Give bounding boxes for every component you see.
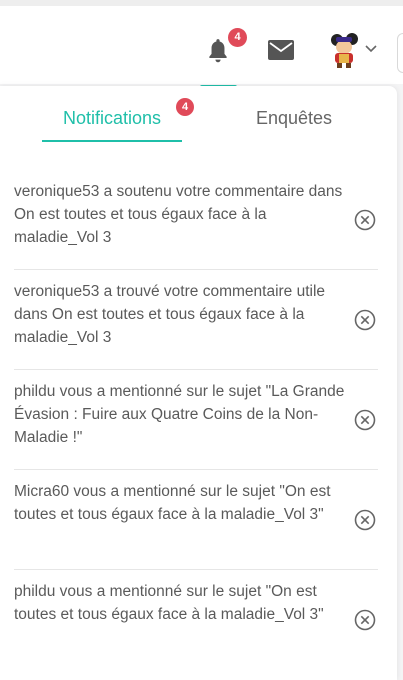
user-avatar-icon[interactable] <box>326 32 362 70</box>
tab-notifications-badge: 4 <box>176 98 194 116</box>
notification-item[interactable]: veronique53 a trouvé votre commentaire u… <box>14 270 378 370</box>
notification-text: phildu vous a mentionné sur le sujet "La… <box>14 383 345 446</box>
scrollbar-handle[interactable] <box>397 33 403 73</box>
notification-list: veronique53 a soutenu votre commentaire … <box>14 170 378 670</box>
close-icon[interactable] <box>354 509 376 531</box>
notification-text: veronique53 a trouvé votre commentaire u… <box>14 283 326 346</box>
notification-item[interactable]: phildu vous a mentionné sur le sujet "La… <box>14 370 378 470</box>
mail-icon[interactable] <box>266 37 296 63</box>
notifications-panel: Notifications 4 Enquêtes veronique53 a s… <box>0 86 397 680</box>
notification-text: phildu vous a mentionné sur le sujet "On… <box>14 583 324 623</box>
notification-item[interactable]: veronique53 a soutenu votre commentaire … <box>14 170 378 270</box>
close-icon[interactable] <box>354 609 376 631</box>
chevron-down-icon[interactable] <box>364 42 378 56</box>
tab-notifications[interactable]: Notifications <box>42 108 182 142</box>
close-icon[interactable] <box>354 209 376 231</box>
notification-text: veronique53 a soutenu votre commentaire … <box>14 183 343 246</box>
notification-item[interactable]: Micra60 vous a mentionné sur le sujet "O… <box>14 470 378 570</box>
tab-surveys[interactable]: Enquêtes <box>228 108 360 142</box>
top-bar: 4 <box>0 0 403 89</box>
close-icon[interactable] <box>354 309 376 331</box>
notification-text: Micra60 vous a mentionné sur le sujet "O… <box>14 483 331 523</box>
close-icon[interactable] <box>354 409 376 431</box>
notification-item[interactable]: phildu vous a mentionné sur le sujet "On… <box>14 570 378 670</box>
notification-count-badge: 4 <box>228 28 247 47</box>
